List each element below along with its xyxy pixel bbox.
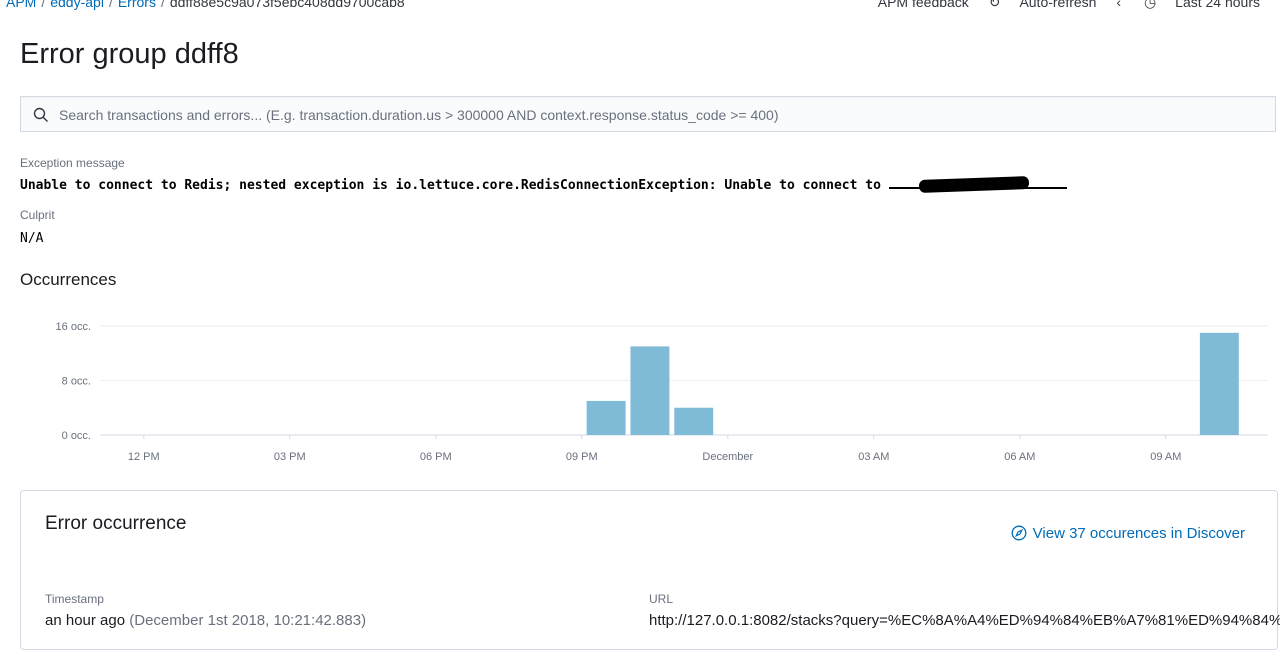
breadcrumb-apm[interactable]: APM: [6, 0, 36, 10]
chevron-left-icon: ‹: [1116, 0, 1122, 10]
exception-message: Unable to connect to Redis; nested excep…: [20, 175, 1067, 193]
culprit-label: Culprit: [20, 208, 55, 222]
breadcrumb-separator: /: [41, 0, 46, 10]
url-value: http://127.0.0.1:8082/stacks?query=%EC%8…: [649, 612, 1280, 629]
auto-refresh-button[interactable]: ↻ Auto-refresh: [989, 0, 1097, 10]
y-tick-label: 16 occ.: [56, 321, 91, 333]
breadcrumb-separator: /: [160, 0, 165, 10]
top-bar: APM / eddy-api / Errors / ddff88e5c9a073f5ebc4…: [0, 0, 1280, 16]
time-back-button[interactable]: ‹: [1116, 0, 1124, 10]
x-tick-label: 09 AM: [1150, 451, 1181, 463]
apm-feedback-link[interactable]: APM feedback: [878, 0, 969, 10]
x-tick-label: 06 PM: [420, 451, 452, 463]
breadcrumb-errors[interactable]: Errors: [118, 0, 156, 10]
compass-icon: [1011, 525, 1027, 541]
x-tick-label: 03 PM: [274, 451, 306, 463]
header-actions: APM feedback ↻ Auto-refresh ‹ ◷ Last 24 ho…: [862, 0, 1260, 11]
breadcrumb-service[interactable]: eddy-api: [50, 0, 104, 10]
occurrence-bar[interactable]: [1199, 332, 1239, 435]
y-tick-label: 8 occ.: [62, 376, 91, 388]
occurrences-chart: 0 occ. 8 occ. 16 occ. 12 PM 03 PM 06 PM 09 PM…: [56, 321, 1268, 463]
error-occurrence-card: Error occurrence View 37 occurences in D…: [20, 490, 1280, 650]
clock-icon: ◷: [1143, 0, 1157, 10]
timestamp-value: an hour ago (December 1st 2018, 10:21:42…: [45, 612, 366, 629]
x-tick-label: 03 AM: [858, 451, 889, 463]
exception-message-text: Unable to connect to Redis; nested excep…: [20, 178, 889, 193]
auto-refresh-label: Auto-refresh: [1019, 0, 1097, 10]
x-tick-label: 12 PM: [128, 451, 160, 463]
error-occurrence-title: Error occurrence: [45, 513, 187, 534]
y-tick-label: 0 occ.: [62, 430, 91, 442]
url-label: URL: [649, 592, 674, 606]
x-tick-label: 09 PM: [566, 451, 598, 463]
time-range-label: Last 24 hours: [1175, 0, 1260, 10]
view-in-discover-link[interactable]: View 37 occurences in Discover: [1011, 525, 1245, 542]
occurrence-bar[interactable]: [630, 346, 670, 435]
breadcrumb-separator: /: [108, 0, 113, 10]
breadcrumb-current: ddff88e5c9a073f5ebc408dd9700cab8: [169, 0, 405, 10]
timestamp-relative: an hour ago: [45, 612, 126, 629]
culprit-value: N/A: [20, 231, 44, 246]
timestamp-absolute: (December 1st 2018, 10:21:42.883): [129, 612, 367, 629]
x-tick-label: December: [702, 451, 753, 463]
page-title: Error group ddff8: [20, 38, 239, 70]
occurrences-title: Occurrences: [20, 270, 117, 289]
timestamp-label: Timestamp: [45, 592, 104, 606]
x-tick-label: 06 AM: [1004, 451, 1035, 463]
time-picker-button[interactable]: ◷ Last 24 hours: [1144, 0, 1260, 10]
view-in-discover-label: View 37 occurences in Discover: [1032, 525, 1245, 542]
search-bar[interactable]: Search transactions and errors... (E.g. …: [20, 96, 1276, 132]
occurrence-bar[interactable]: [586, 400, 626, 435]
redacted-address: [888, 175, 1067, 193]
search-icon: [33, 107, 48, 122]
search-placeholder: Search transactions and errors... (E.g. …: [59, 107, 779, 123]
occurrence-bar[interactable]: [674, 407, 714, 435]
breadcrumb: APM / eddy-api / Errors / ddff88e5c9a073f5ebc4…: [6, 0, 405, 10]
refresh-icon: ↻: [988, 0, 1001, 10]
exception-message-label: Exception message: [20, 156, 125, 170]
